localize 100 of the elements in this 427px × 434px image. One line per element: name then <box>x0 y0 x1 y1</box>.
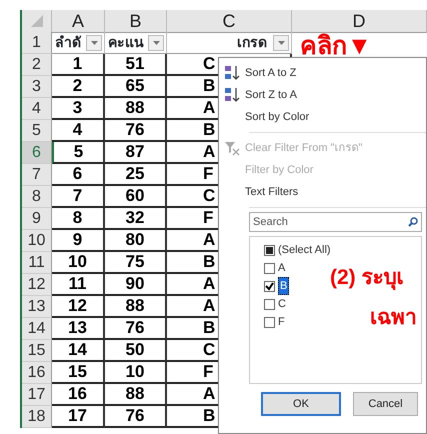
annotation-text: คลิก▼ <box>300 31 372 62</box>
checkbox[interactable] <box>264 262 275 274</box>
row-header[interactable]: 5 <box>22 120 52 142</box>
column-header[interactable]: C <box>167 10 292 33</box>
table-cell-text: 17 <box>68 405 87 428</box>
dropdown-arrow-icon <box>278 40 284 44</box>
menu-item[interactable]: Sort Z to A <box>219 84 426 106</box>
table-cell-text: 4 <box>72 119 82 142</box>
table-cell-text: A <box>203 229 216 252</box>
dropdown-arrow-icon <box>152 40 160 44</box>
option-label[interactable]: F <box>278 314 285 330</box>
sort-descending-icon <box>224 87 240 103</box>
menu-item[interactable]: Sort by Color <box>219 106 426 128</box>
ok-button[interactable]: OK <box>261 392 341 416</box>
row-header[interactable]: 12 <box>22 274 52 296</box>
header-text: ลำดั <box>55 33 81 52</box>
checkbox[interactable] <box>264 298 275 310</box>
table-cell-text: 9 <box>72 229 82 252</box>
table-cell-text: 50 <box>126 339 144 362</box>
table-cell-text: 88 <box>126 383 144 406</box>
table-cell-text: 1 <box>72 53 82 76</box>
row-header[interactable]: 2 <box>22 54 52 76</box>
clear-filter-icon <box>224 140 240 156</box>
table-cell-text: 32 <box>126 207 144 230</box>
table-cell-text: 2 <box>72 75 82 98</box>
table-cell-text: 12 <box>68 295 87 318</box>
filter-dropdown-button[interactable] <box>273 34 289 50</box>
menu-item[interactable]: Sort A to Z <box>219 62 426 84</box>
row-header[interactable]: 13 <box>22 296 52 318</box>
table-cell-text: F <box>203 163 214 186</box>
column-header[interactable]: A <box>52 10 105 33</box>
search-icon <box>408 217 418 227</box>
checkbox[interactable] <box>264 316 275 328</box>
header-text: คะแน <box>108 33 144 52</box>
row-header[interactable]: 11 <box>22 252 52 274</box>
row-header[interactable]: 3 <box>22 76 52 98</box>
row-header[interactable]: 14 <box>22 318 52 340</box>
row-header[interactable]: 6 <box>22 142 52 164</box>
table-cell-text: 5 <box>74 141 84 164</box>
table-cell-text: A <box>203 295 216 318</box>
table-cell-text: 3 <box>72 97 82 120</box>
menu-item: Filter by Color <box>244 162 314 178</box>
table-cell-text: 51 <box>126 53 144 76</box>
menu-item[interactable]: Text Filters <box>219 181 426 203</box>
table-cell-text: 13 <box>68 317 87 340</box>
option-label[interactable]: C <box>278 296 286 312</box>
table-cell-text: 76 <box>126 119 144 142</box>
option-label[interactable]: (Select All) <box>278 242 331 258</box>
table-cell-text: F <box>203 361 214 384</box>
table-cell-text: 6 <box>72 163 82 186</box>
table-cell-text: 14 <box>68 339 87 362</box>
search-placeholder: Search <box>253 214 288 230</box>
row-header[interactable]: 9 <box>22 208 52 230</box>
table-cell-text: B <box>203 317 216 340</box>
table-cell-text: 88 <box>126 97 144 120</box>
row-header[interactable]: 4 <box>22 98 52 120</box>
filter-dropdown-button[interactable] <box>148 34 164 50</box>
table-cell-text: B <box>203 75 216 98</box>
dropdown-arrow-icon <box>90 40 98 44</box>
row-header[interactable]: 8 <box>22 186 52 208</box>
table-cell-text: 15 <box>68 361 87 384</box>
row-header[interactable]: 1 <box>22 32 52 54</box>
table-cell-text: A <box>203 97 216 120</box>
table-cell-text: A <box>203 141 216 164</box>
table-cell-text: F <box>203 207 214 230</box>
table-cell-text: 10 <box>126 361 144 384</box>
table-cell-text: 11 <box>68 273 86 296</box>
annotation-text: เฉพา <box>370 305 417 331</box>
filter-dropdown-button[interactable] <box>86 34 102 50</box>
checkbox[interactable] <box>264 280 275 292</box>
option-label[interactable]: B <box>278 276 290 296</box>
table-cell-text: 10 <box>68 251 87 274</box>
checkbox[interactable] <box>264 244 275 256</box>
row-header[interactable]: 15 <box>22 340 52 362</box>
table-cell-text: B <box>203 119 216 142</box>
row-header[interactable]: 16 <box>22 362 52 384</box>
table-cell-text: C <box>203 53 216 76</box>
table-cell-text: 25 <box>126 163 144 186</box>
table-cell-text: C <box>203 339 216 362</box>
table-cell-text: 90 <box>126 273 144 296</box>
table-cell-text: 7 <box>72 185 82 208</box>
row-header[interactable]: 18 <box>22 406 52 428</box>
header-text: เกรด <box>237 33 267 52</box>
search-field[interactable]: Search <box>249 212 422 232</box>
table-cell-text: B <box>203 405 216 428</box>
table-cell-text: 76 <box>126 405 144 428</box>
table-cell-text: C <box>203 185 216 208</box>
column-header[interactable]: D <box>292 10 427 33</box>
table-cell-text: 8 <box>72 207 82 230</box>
row-header[interactable]: 17 <box>22 384 52 406</box>
option-label[interactable]: A <box>278 260 286 276</box>
table-cell-text: 88 <box>126 295 144 318</box>
cancel-button[interactable]: Cancel <box>353 392 418 416</box>
table-cell-text: 87 <box>126 141 144 164</box>
row-header[interactable]: 7 <box>22 164 52 186</box>
table-cell-text: 60 <box>126 185 144 208</box>
table-cell-text: 76 <box>126 317 144 340</box>
column-header[interactable]: B <box>105 10 167 33</box>
table-cell-text: B <box>203 251 216 274</box>
row-header[interactable]: 10 <box>22 230 52 252</box>
